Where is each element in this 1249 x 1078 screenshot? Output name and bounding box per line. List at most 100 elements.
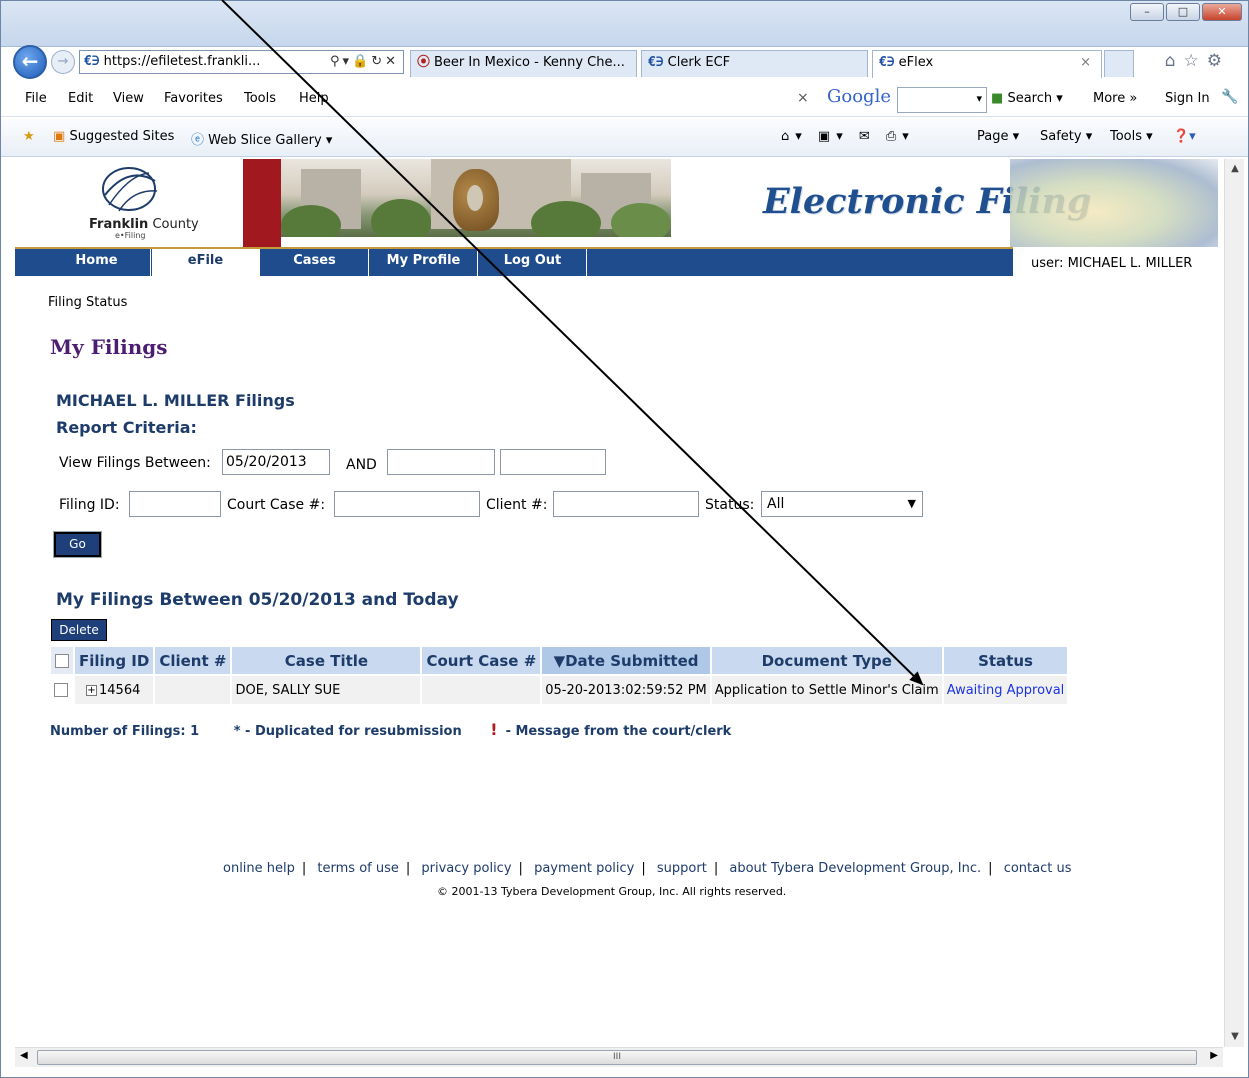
tab-close-icon[interactable]: ×: [1080, 51, 1091, 75]
close-window-button[interactable]: ✕: [1202, 3, 1242, 21]
message-legend: - Message from the court/clerk: [505, 724, 732, 739]
footer-link-contact[interactable]: contact us: [1004, 861, 1072, 876]
footer-link-support[interactable]: support: [657, 861, 707, 876]
date-to-input[interactable]: [387, 449, 495, 475]
page-menu[interactable]: Page ▾: [977, 129, 1019, 144]
help-icon[interactable]: ❓▾: [1173, 129, 1196, 144]
scroll-left-arrow-icon[interactable]: ◀: [20, 1050, 28, 1061]
client-input[interactable]: [553, 491, 699, 517]
col-status[interactable]: Status: [943, 647, 1068, 674]
tab-clerk-ecf[interactable]: €∋ Clerk ECF: [641, 50, 868, 77]
scroll-up-arrow-icon[interactable]: ▲: [1225, 159, 1245, 179]
dropdown-arrow-icon: ▼: [907, 497, 916, 510]
col-date-submitted[interactable]: ▼Date Submitted: [542, 647, 710, 674]
logo-name: Franklin: [89, 217, 149, 232]
nav-home[interactable]: Home: [43, 249, 151, 276]
col-court-case[interactable]: Court Case #: [422, 647, 541, 674]
logo-subtitle: e•Filing: [115, 231, 146, 240]
minimize-button[interactable]: –: [1130, 3, 1164, 21]
status-link[interactable]: Awaiting Approval: [947, 683, 1065, 698]
tools-menu[interactable]: Tools ▾: [1110, 129, 1153, 144]
site-nav: Home eFile Cases My Profile Log Out: [15, 247, 1013, 276]
address-bar[interactable]: €∋ https://efiletest.frankli... ⚲▾🔒↻✕: [79, 50, 404, 74]
menu-favorites[interactable]: Favorites: [164, 91, 223, 106]
select-all-checkbox[interactable]: [55, 654, 69, 668]
footer-link-privacy[interactable]: privacy policy: [421, 861, 511, 876]
nav-efile[interactable]: eFile: [152, 249, 260, 276]
safety-menu[interactable]: Safety ▾: [1040, 129, 1092, 144]
go-button[interactable]: Go: [53, 531, 102, 558]
close-toolbar-icon[interactable]: ×: [797, 90, 809, 106]
menu-file[interactable]: File: [25, 91, 47, 106]
court-case-input[interactable]: [334, 491, 480, 517]
col-filing-id[interactable]: Filing ID: [75, 647, 154, 674]
ie-favicon-icon: €∋: [648, 55, 664, 70]
client-label: Client #:: [486, 497, 548, 513]
menu-view[interactable]: View: [113, 91, 144, 106]
status-select[interactable]: All ▼: [761, 491, 923, 517]
case-title-cell: DOE, SALLY SUE: [232, 676, 421, 704]
status-cell: Awaiting Approval: [943, 676, 1068, 704]
forward-arrow-icon[interactable]: →: [51, 50, 75, 74]
footer-link-online-help[interactable]: online help: [223, 861, 295, 876]
select-all-header: [51, 647, 73, 674]
delete-button[interactable]: Delete: [51, 619, 107, 641]
web-slice-gallery-link[interactable]: ⓔ Web Slice Gallery ▾: [191, 129, 332, 148]
footer-link-about[interactable]: about Tybera Development Group, Inc.: [729, 861, 981, 876]
nav-my-profile[interactable]: My Profile: [370, 249, 478, 276]
scroll-down-arrow-icon[interactable]: ▼: [1225, 1027, 1245, 1047]
command-bar-icons[interactable]: ⌂▾ ▣▾ ✉ ⎙▾: [781, 129, 915, 144]
new-tab-button[interactable]: [1104, 50, 1134, 77]
address-bar-icons[interactable]: ⚲▾🔒↻✕: [330, 51, 399, 73]
col-case-title[interactable]: Case Title: [232, 647, 421, 674]
search-button[interactable]: ■ Search ▾: [991, 91, 1063, 106]
date-submitted-cell: 05-20-2013:02:59:52 PM: [542, 676, 710, 704]
nav-cases[interactable]: Cases: [261, 249, 369, 276]
filings-count: Number of Filings: 1: [50, 724, 200, 739]
suggested-sites-link[interactable]: ▣ Suggested Sites: [53, 129, 174, 144]
scroll-right-arrow-icon[interactable]: ▶: [1210, 1050, 1218, 1061]
tab-beer-in-mexico[interactable]: ⦿ Beer In Mexico - Kenny Che...: [410, 50, 637, 77]
table-header-row: Filing ID Client # Case Title Court Case…: [51, 647, 1068, 674]
court-case-cell: [422, 676, 541, 704]
date-from-input[interactable]: 05/20/2013: [222, 449, 330, 475]
vertical-scrollbar[interactable]: ▲ ▼: [1224, 159, 1244, 1047]
maximize-button[interactable]: □: [1166, 3, 1200, 21]
message-exclamation-icon: !: [490, 720, 498, 739]
google-search-input[interactable]: ▾: [897, 87, 987, 113]
more-button[interactable]: More »: [1093, 91, 1137, 106]
row-checkbox[interactable]: [54, 683, 68, 697]
nav-log-out[interactable]: Log Out: [479, 249, 587, 276]
sign-in-button[interactable]: Sign In: [1165, 91, 1210, 106]
title-bar: – □ ✕: [1, 1, 1248, 47]
footer-links: online help | terms of use | privacy polic…: [223, 861, 1072, 876]
col-client[interactable]: Client #: [155, 647, 231, 674]
date-to-extra-input[interactable]: [500, 449, 606, 475]
footer-link-payment[interactable]: payment policy: [534, 861, 634, 876]
tab-eflex[interactable]: €∋ eFlex ×: [872, 50, 1102, 78]
menu-edit[interactable]: Edit: [68, 91, 93, 106]
copyright: © 2001-13 Tybera Development Group, Inc.…: [437, 885, 787, 898]
table-row: +14564 DOE, SALLY SUE 05-20-2013:02:59:5…: [51, 676, 1068, 704]
col-document-type[interactable]: Document Type: [711, 647, 942, 674]
expand-plus-icon[interactable]: +: [86, 684, 97, 696]
horizontal-scrollbar[interactable]: ◀ III ▶: [15, 1047, 1223, 1067]
filing-id-input[interactable]: [129, 491, 221, 517]
status-label: Status:: [705, 497, 755, 513]
favorites-star-icon[interactable]: ★: [23, 129, 35, 144]
logo-county: County: [152, 217, 199, 232]
scroll-grip: III: [613, 1052, 621, 1062]
filings-between-heading: My Filings Between 05/20/2013 and Today: [56, 590, 459, 610]
browser-toolbar-icons[interactable]: ⌂☆⚙: [1165, 51, 1230, 71]
menu-tools[interactable]: Tools: [244, 91, 276, 106]
wrench-icon[interactable]: 🔧: [1221, 89, 1238, 105]
franklin-county-logo[interactable]: Franklin County e•Filing: [15, 159, 243, 247]
ie-page-icon: ⓔ: [191, 133, 205, 148]
filings-table: Filing ID Client # Case Title Court Case…: [49, 645, 1069, 706]
document-type-cell: Application to Settle Minor's Claim: [711, 676, 942, 704]
footer-link-terms[interactable]: terms of use: [317, 861, 398, 876]
view-between-label: View Filings Between:: [59, 455, 211, 471]
menu-help[interactable]: Help: [299, 91, 329, 106]
back-arrow-icon[interactable]: ←: [13, 45, 47, 79]
horizontal-scroll-thumb[interactable]: III: [37, 1050, 1197, 1065]
